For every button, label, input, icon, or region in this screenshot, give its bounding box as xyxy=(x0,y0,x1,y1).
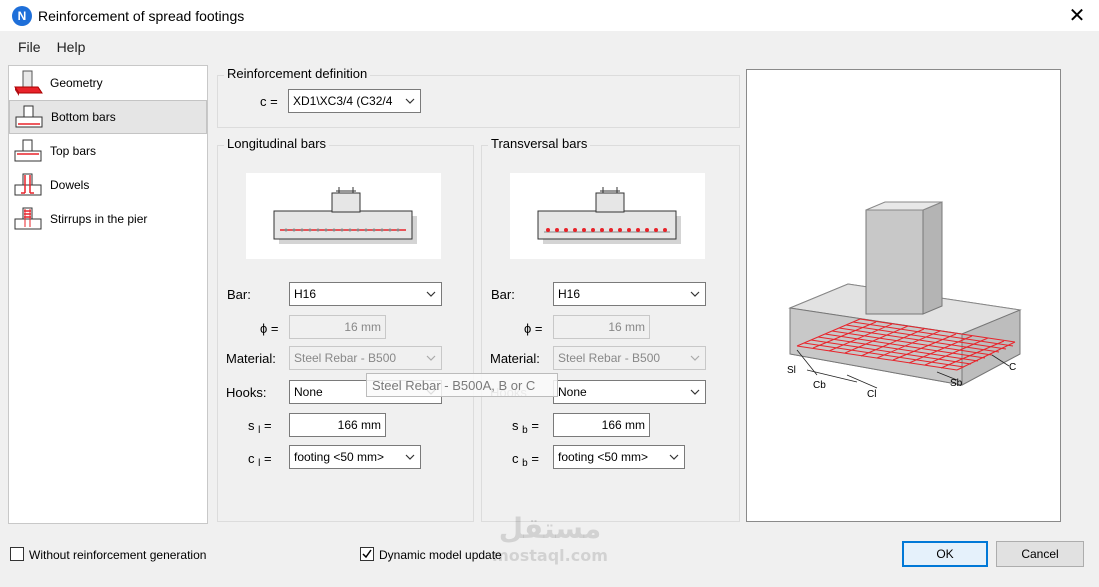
chevron-down-icon xyxy=(426,355,436,361)
material-tooltip: Steel Rebar - B500A, B or C xyxy=(366,373,558,397)
select-value: H16 xyxy=(558,287,581,301)
select-value: None xyxy=(294,385,323,399)
select-value: Steel Rebar - B500 xyxy=(558,351,661,365)
field-value: 16 mm xyxy=(344,320,381,334)
dim-label-cb: Cb xyxy=(813,380,826,391)
concrete-class-label: c = xyxy=(260,94,278,109)
cancel-button[interactable]: Cancel xyxy=(996,541,1084,567)
trans-cover-select[interactable]: footing <50 mm> xyxy=(553,445,685,469)
long-material-select: Steel Rebar - B500 xyxy=(289,346,442,370)
chevron-down-icon xyxy=(690,355,700,361)
ok-button[interactable]: OK xyxy=(902,541,988,567)
trans-cover-label: c b = xyxy=(512,451,539,469)
chevron-down-icon xyxy=(405,98,415,104)
select-value: H16 xyxy=(294,287,317,301)
window-title: Reinforcement of spread footings xyxy=(38,7,245,24)
select-value: XD1\XC3/4 (C32/4 xyxy=(293,94,393,108)
sidebar-item-dowels[interactable]: Dowels xyxy=(9,168,207,202)
stirrups-icon xyxy=(11,204,45,234)
top-bars-icon xyxy=(11,136,45,166)
dim-label-c: C xyxy=(1009,362,1016,373)
group-title: Reinforcement definition xyxy=(224,66,371,81)
field-value: 166 mm xyxy=(337,418,381,432)
chevron-down-icon xyxy=(426,291,436,297)
trans-bar-label: Bar: xyxy=(491,287,515,302)
chevron-down-icon xyxy=(690,291,700,297)
long-spacing-input[interactable]: 166 mm xyxy=(289,413,386,437)
long-bar-label: Bar: xyxy=(227,287,251,302)
sidebar: Geometry Bottom bars Top bars Dowels Sti… xyxy=(8,65,208,524)
long-cover-label: c l = xyxy=(248,451,272,469)
dim-label-sl: Sl xyxy=(787,365,796,376)
trans-material-select: Steel Rebar - B500 xyxy=(553,346,706,370)
sidebar-item-stirrups[interactable]: Stirrups in the pier xyxy=(9,202,207,236)
select-value: None xyxy=(558,385,587,399)
select-value: Steel Rebar - B500 xyxy=(294,351,397,365)
long-phi-field: 16 mm xyxy=(289,315,386,339)
dynamic-update-checkbox[interactable] xyxy=(360,547,374,561)
long-hooks-label: Hooks: xyxy=(226,385,267,400)
trans-phi-label: ϕ = xyxy=(524,321,543,336)
trans-bar-select[interactable]: H16 xyxy=(553,282,706,306)
group-title: Longitudinal bars xyxy=(224,136,330,151)
sidebar-item-label: Dowels xyxy=(50,178,90,192)
group-title: Transversal bars xyxy=(488,136,591,151)
longitudinal-bars-diagram xyxy=(246,173,441,259)
sidebar-item-label: Top bars xyxy=(50,144,97,158)
select-value: footing <50 mm> xyxy=(294,450,385,464)
chevron-down-icon xyxy=(669,454,679,460)
close-icon[interactable]: ✕ xyxy=(1065,3,1089,27)
sidebar-item-label: Stirrups in the pier xyxy=(50,212,148,226)
sidebar-item-label: Bottom bars xyxy=(51,110,116,124)
menu-file[interactable]: File xyxy=(18,39,41,55)
long-cover-select[interactable]: footing <50 mm> xyxy=(289,445,421,469)
without-generation-checkbox[interactable] xyxy=(10,547,24,561)
footing-3d-preview[interactable]: Sl Cb Cl Sb C xyxy=(746,69,1061,522)
app-logo-icon: N xyxy=(12,5,32,26)
trans-material-label: Material: xyxy=(490,351,540,366)
sidebar-item-bottom-bars[interactable]: Bottom bars xyxy=(9,100,207,134)
dim-label-cl: Cl xyxy=(867,389,876,400)
trans-spacing-label: s b = xyxy=(512,418,539,436)
long-phi-label: ϕ = xyxy=(260,321,279,336)
transversal-bars-diagram xyxy=(510,173,705,259)
dim-label-sb: Sb xyxy=(950,378,963,389)
menu-help[interactable]: Help xyxy=(57,39,86,55)
menu-bar: File Help xyxy=(0,33,1099,61)
bottom-bars-icon xyxy=(12,102,46,132)
watermark-logo: مستقل mostaql.com xyxy=(492,512,608,565)
checkmark-icon xyxy=(362,549,372,559)
footing-geometry-icon xyxy=(11,68,45,98)
title-bar: N Reinforcement of spread footings ✕ xyxy=(0,0,1099,31)
chevron-down-icon xyxy=(405,454,415,460)
trans-phi-field: 16 mm xyxy=(553,315,650,339)
without-generation-label: Without reinforcement generation xyxy=(29,548,207,562)
trans-spacing-input[interactable]: 166 mm xyxy=(553,413,650,437)
field-value: 16 mm xyxy=(608,320,645,334)
sidebar-item-label: Geometry xyxy=(50,76,103,90)
field-value: 166 mm xyxy=(601,418,645,432)
concrete-class-select[interactable]: XD1\XC3/4 (C32/4 xyxy=(288,89,421,113)
dowels-icon xyxy=(11,170,45,200)
long-bar-select[interactable]: H16 xyxy=(289,282,442,306)
sidebar-item-geometry[interactable]: Geometry xyxy=(9,66,207,100)
chevron-down-icon xyxy=(690,389,700,395)
long-spacing-label: s l = xyxy=(248,418,272,436)
sidebar-item-top-bars[interactable]: Top bars xyxy=(9,134,207,168)
select-value: footing <50 mm> xyxy=(558,450,649,464)
trans-hooks-select[interactable]: None xyxy=(553,380,706,404)
long-material-label: Material: xyxy=(226,351,276,366)
